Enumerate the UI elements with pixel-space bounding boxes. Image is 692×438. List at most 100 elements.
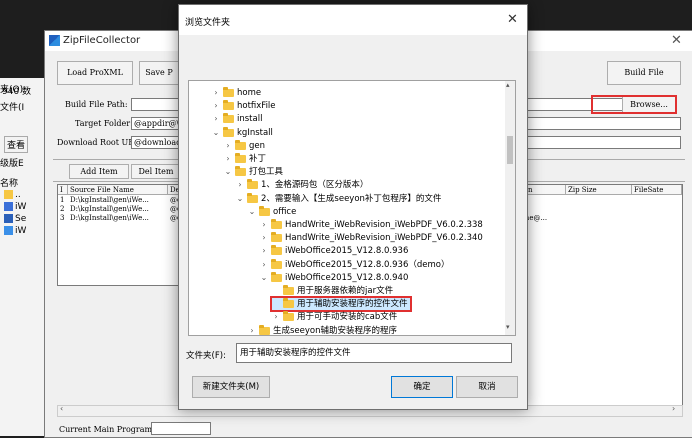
chevron-right-icon[interactable]: › <box>235 178 245 192</box>
folder-icon <box>283 285 294 295</box>
col-header-index[interactable]: I <box>58 185 68 195</box>
tree-node[interactable]: › 1、金格源码包（区分版本） <box>235 178 371 192</box>
row-index: 1 <box>60 196 65 204</box>
chevron-down-icon[interactable]: ⌄ <box>247 205 257 219</box>
add-item-button[interactable]: Add Item <box>69 164 129 179</box>
col-header-n[interactable]: n <box>526 185 566 195</box>
tree-node-label: 用于服务器依赖的jar文件 <box>297 286 394 296</box>
del-item-button[interactable]: Del Item <box>131 164 181 179</box>
chevron-right-icon[interactable]: › <box>223 152 233 166</box>
tree-node[interactable]: › 补丁 <box>223 152 269 166</box>
chevron-down-icon[interactable]: ⌄ <box>223 165 233 179</box>
tree-node[interactable]: › iWebOffice2015_V12.8.0.936（demo） <box>259 258 452 272</box>
tree-node-label: 生成seeyon辅助安装程序的程序 <box>273 325 398 336</box>
new-folder-button[interactable]: 新建文件夹(M) <box>192 376 270 398</box>
folder-name-input[interactable]: 用于辅助安装程序的控件文件 <box>236 343 512 363</box>
chevron-right-icon[interactable]: › <box>259 244 269 258</box>
load-proxml-button[interactable]: Load ProXML <box>57 61 133 85</box>
close-icon[interactable]: ✕ <box>671 33 682 48</box>
bg-column-name: 名称 <box>0 179 19 189</box>
tree-node[interactable]: › hotfixFile <box>211 99 279 113</box>
tree-node-label: HandWrite_iWebRevision_iWebPDF_V6.0.2.34… <box>285 233 483 244</box>
tree-node-label: 2、需要输入【生成seeyon补丁包程序】的文件 <box>261 193 442 204</box>
download-root-field-tail[interactable] <box>525 136 681 149</box>
target-folder-label: Target Folder: <box>75 119 133 128</box>
tree-node[interactable]: 用于辅助安装程序的控件文件 <box>270 296 412 313</box>
scroll-down-icon[interactable]: ▾ <box>506 323 510 331</box>
chevron-right-icon[interactable]: › <box>271 310 281 324</box>
scrollbar-thumb[interactable] <box>507 136 513 164</box>
cancel-button[interactable]: 取消 <box>456 376 518 398</box>
bg-text: 文件(I <box>0 103 25 113</box>
scroll-up-icon[interactable]: ▴ <box>506 81 510 89</box>
save-button[interactable]: Save P <box>139 61 179 85</box>
bg-view-button: 查看 <box>4 136 29 153</box>
chevron-right-icon[interactable]: › <box>247 324 257 335</box>
row-source[interactable]: D:\kgInstall\gen\iWe... <box>70 214 149 223</box>
folder-icon <box>4 190 13 199</box>
tree-node-label: hotfixFile <box>237 101 276 112</box>
tree-node[interactable]: ⌄ 打包工具 <box>223 165 286 179</box>
folder-icon <box>223 100 234 111</box>
file-table: I Source File Name De 1 D:\kgInstall\gen… <box>57 184 183 286</box>
row-source[interactable]: D:\kgInstall\gen\iWe... <box>70 205 149 214</box>
tree-node[interactable]: ⌄ office <box>247 205 299 219</box>
chevron-right-icon[interactable]: › <box>211 86 221 100</box>
bg-list-item: iW <box>4 202 26 212</box>
chevron-right-icon[interactable]: › <box>211 112 221 126</box>
close-icon[interactable]: ✕ <box>507 12 518 27</box>
bg-list-item: .. <box>4 190 21 200</box>
tree-node[interactable]: ⌄ iWebOffice2015_V12.8.0.940 <box>259 271 411 285</box>
file-icon <box>4 226 13 235</box>
tree-node[interactable]: › iWebOffice2015_V12.8.0.936 <box>259 244 411 258</box>
col-header-zip-size[interactable]: Zip Size <box>566 185 632 195</box>
chevron-down-icon[interactable]: ⌄ <box>211 126 221 140</box>
download-root-field[interactable]: @downloadro <box>131 136 181 149</box>
bg-list-item: Se <box>4 214 26 224</box>
folder-icon <box>271 232 282 243</box>
tree-node[interactable]: › 生成seeyon辅助安装程序的程序 <box>247 324 400 336</box>
vertical-scrollbar[interactable]: ▴ ▾ <box>505 81 515 335</box>
scroll-right-icon[interactable]: › <box>672 404 675 413</box>
chevron-right-icon[interactable]: › <box>211 99 221 113</box>
target-folder-field[interactable]: @appdir@\ <box>131 117 181 130</box>
tree-node[interactable]: › HandWrite_iWebRevision_iWebPDF_V6.0.2.3… <box>259 218 486 232</box>
tree-node-label: iWebOffice2015_V12.8.0.936 <box>285 246 409 257</box>
folder-tree[interactable]: › home › hotfixFile › install ⌄ kgInstall › gen › 补… <box>188 80 516 336</box>
tree-node[interactable]: 用于服务器依赖的jar文件 <box>271 284 396 298</box>
row-source[interactable]: D:\kgInstall\gen\iWe... <box>70 196 149 205</box>
tree-node[interactable]: ⌄ 2、需要输入【生成seeyon补丁包程序】的文件 <box>235 192 444 206</box>
chevron-right-icon[interactable]: › <box>259 231 269 245</box>
chevron-right-icon[interactable]: › <box>259 218 269 232</box>
tree-node[interactable]: › home <box>211 86 264 100</box>
tree-node[interactable]: › gen <box>223 139 268 153</box>
col-header-source[interactable]: Source File Name <box>68 185 168 195</box>
folder-icon <box>247 192 258 203</box>
build-path-field[interactable] <box>131 98 181 111</box>
ok-button[interactable]: 确定 <box>391 376 453 398</box>
tree-node[interactable]: › install <box>211 112 265 126</box>
folder-icon <box>271 271 282 282</box>
tree-node[interactable]: › HandWrite_iWebRevision_iWebPDF_V6.0.2.3… <box>259 231 486 245</box>
target-folder-field-tail[interactable] <box>525 117 681 130</box>
chevron-right-icon[interactable]: › <box>259 258 269 272</box>
folder-icon <box>223 87 234 97</box>
chevron-right-icon[interactable]: › <box>223 139 233 153</box>
build-file-button[interactable]: Build File <box>607 61 681 85</box>
tree-node-label: install <box>237 114 263 125</box>
tree-node[interactable]: ⌄ kgInstall <box>211 126 276 140</box>
row-index: 2 <box>60 205 65 213</box>
folder-icon <box>259 205 270 216</box>
chevron-down-icon[interactable]: ⌄ <box>259 271 269 285</box>
status-field <box>151 422 211 435</box>
bg-text: 级版E <box>0 159 24 169</box>
folder-icon <box>235 153 246 163</box>
folder-icon <box>271 219 282 229</box>
dialog-title: 浏览文件夹 <box>185 18 231 28</box>
chevron-down-icon[interactable]: ⌄ <box>235 192 245 206</box>
file-table-right: n Zip Size FileSate name@... <box>514 184 683 408</box>
col-header-filesate[interactable]: FileSate <box>632 185 682 195</box>
scroll-left-icon[interactable]: ‹ <box>60 404 63 413</box>
tree-node-label: 用于辅助安装程序的控件文件 <box>297 299 408 310</box>
tree-node[interactable]: › 用于可手动安装的cab文件 <box>271 310 400 324</box>
